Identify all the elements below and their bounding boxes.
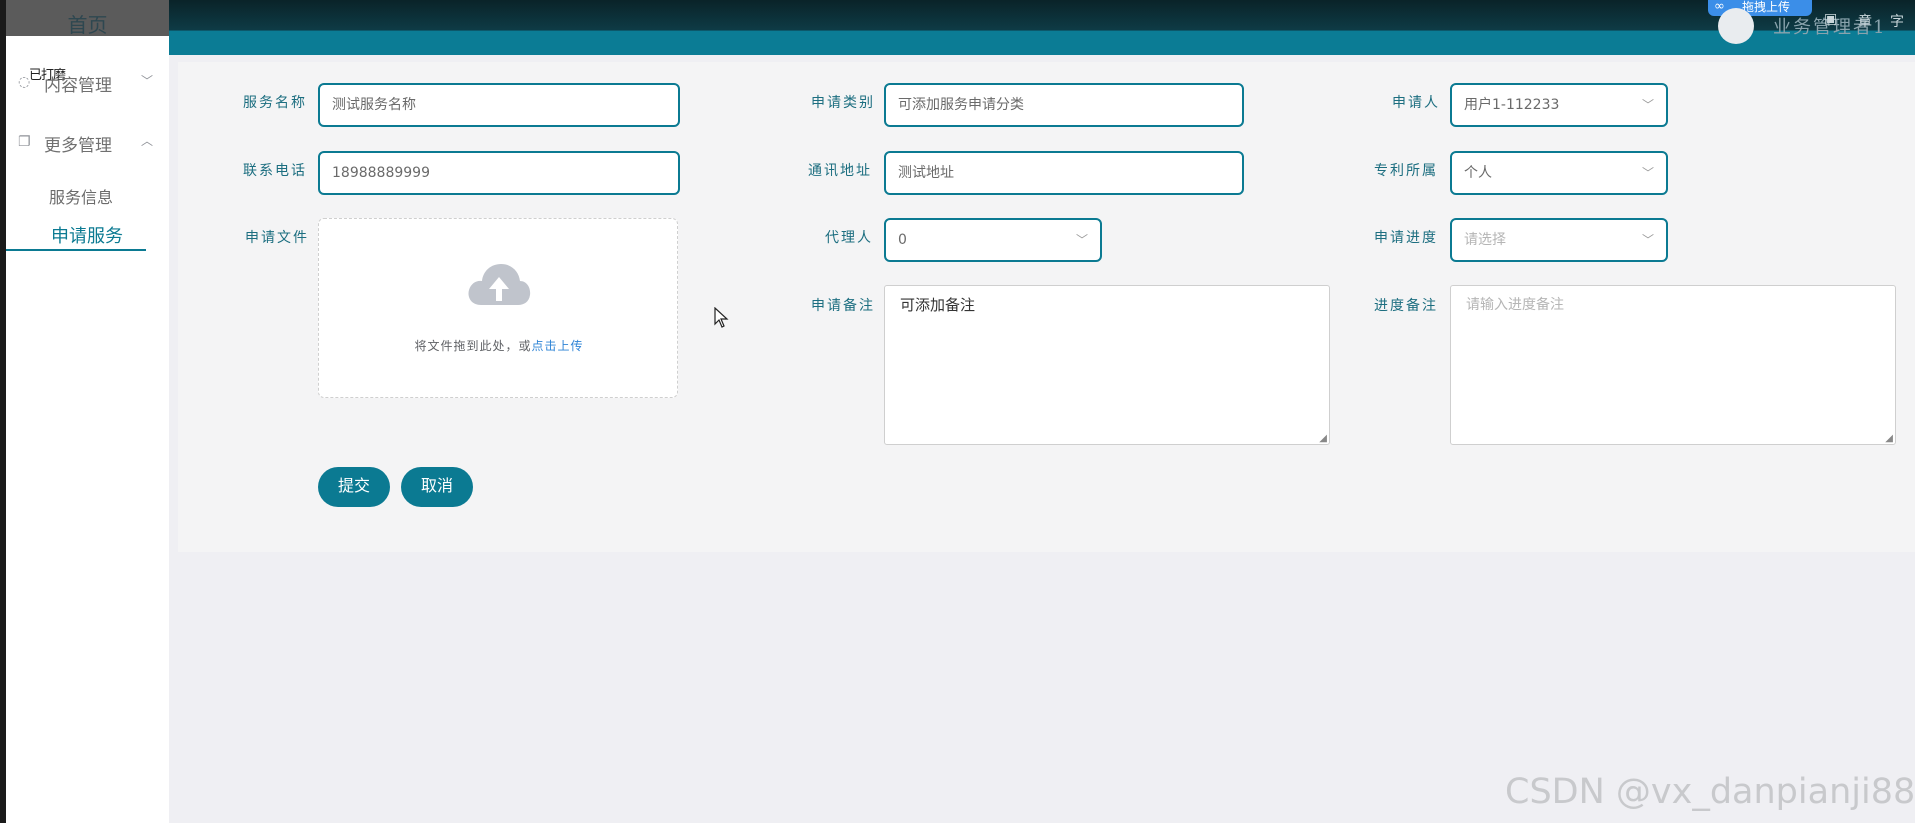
avatar[interactable] <box>1718 8 1754 44</box>
copy-icon: ❐ <box>18 134 31 150</box>
submit-button[interactable]: 提交 <box>318 467 390 507</box>
file-upload-dropzone[interactable]: 将文件拖到此处，或点击上传 <box>318 218 678 398</box>
apply-progress-select[interactable]: 请选择 ﹀ <box>1450 218 1668 262</box>
progress-remark-placeholder: 请输入进度备注 <box>1466 297 1564 313</box>
address-input[interactable]: 测试地址 <box>884 151 1244 195</box>
address-label: 通讯地址 <box>808 163 872 179</box>
drag-upload-label: 拖拽上传 <box>1742 0 1791 14</box>
progress-remark-label: 进度备注 <box>1374 298 1438 314</box>
agent-select[interactable]: 0 ﹀ <box>884 218 1102 262</box>
apply-file-label: 申请文件 <box>245 230 309 246</box>
upload-hint-text: 将文件拖到此处，或 <box>414 339 532 353</box>
apply-remark-value: 可添加备注 <box>900 296 976 314</box>
patent-owner-value: 个人 <box>1464 165 1492 181</box>
sidebar: 已打磨 ◌ 内容管理 ﹀ ❐ 更多管理 ︿ 服务信息 申请服务 <box>6 36 169 823</box>
patent-owner-select[interactable]: 个人 ﹀ <box>1450 151 1668 195</box>
phone-label: 联系电话 <box>243 163 307 179</box>
chevron-down-icon: ﹀ <box>140 74 153 88</box>
apply-progress-placeholder: 请选择 <box>1464 232 1506 248</box>
cloud-upload-icon <box>468 264 531 305</box>
mouse-cursor-icon <box>714 307 729 328</box>
toolbar-icon-2[interactable]: 章 <box>1858 11 1872 31</box>
apply-progress-label: 申请进度 <box>1374 230 1438 246</box>
service-name-input[interactable]: 测试服务名称 <box>318 83 680 127</box>
apply-category-input[interactable]: 可添加服务申请分类 <box>884 83 1244 127</box>
resize-grip-icon[interactable]: ◢ <box>1885 433 1893 444</box>
upload-hint: 将文件拖到此处，或点击上传 <box>319 337 679 354</box>
apply-category-label: 申请类别 <box>811 95 875 111</box>
chevron-down-icon: ﹀ <box>1641 233 1654 247</box>
message-icon: ◌ <box>18 74 31 90</box>
resize-grip-icon[interactable]: ◢ <box>1319 433 1327 444</box>
top-header <box>6 0 1915 55</box>
watermark: CSDN @vx_danpianji889 <box>1505 772 1915 812</box>
apply-remark-textarea[interactable]: 可添加备注 ◢ <box>884 285 1330 445</box>
chevron-down-icon: ﹀ <box>1641 98 1654 112</box>
agent-value: 0 <box>898 232 907 248</box>
chevron-up-icon: ︿ <box>140 134 153 148</box>
active-indicator <box>6 249 146 251</box>
sidebar-item-label: 内容管理 <box>44 76 112 96</box>
tab-home[interactable]: 首页 <box>6 0 169 37</box>
cancel-button[interactable]: 取消 <box>401 467 473 507</box>
tab-home-label: 首页 <box>67 13 108 37</box>
applicant-select[interactable]: 用户1-112233 ﹀ <box>1450 83 1668 127</box>
toolbar-icon-1[interactable]: ▣ <box>1824 11 1837 27</box>
apply-remark-label: 申请备注 <box>811 298 875 314</box>
chevron-down-icon: ﹀ <box>1075 233 1088 247</box>
toolbar-icon-3[interactable]: 字 <box>1890 11 1904 31</box>
sidebar-item-label: 更多管理 <box>44 136 112 156</box>
applicant-label: 申请人 <box>1392 95 1440 111</box>
agent-label: 代理人 <box>825 230 873 246</box>
click-upload-link[interactable]: 点击上传 <box>532 339 584 353</box>
service-name-label: 服务名称 <box>243 95 307 111</box>
patent-owner-label: 专利所属 <box>1374 163 1438 179</box>
progress-remark-textarea[interactable]: 请输入进度备注 ◢ <box>1450 285 1896 445</box>
sidebar-item-content[interactable]: ◌ 内容管理 ﹀ <box>6 68 169 98</box>
phone-input[interactable]: 18988889999 <box>318 151 680 195</box>
sidebar-item-more[interactable]: ❐ 更多管理 ︿ <box>6 128 169 158</box>
applicant-value: 用户1-112233 <box>1464 97 1560 113</box>
chevron-down-icon: ﹀ <box>1641 166 1654 180</box>
